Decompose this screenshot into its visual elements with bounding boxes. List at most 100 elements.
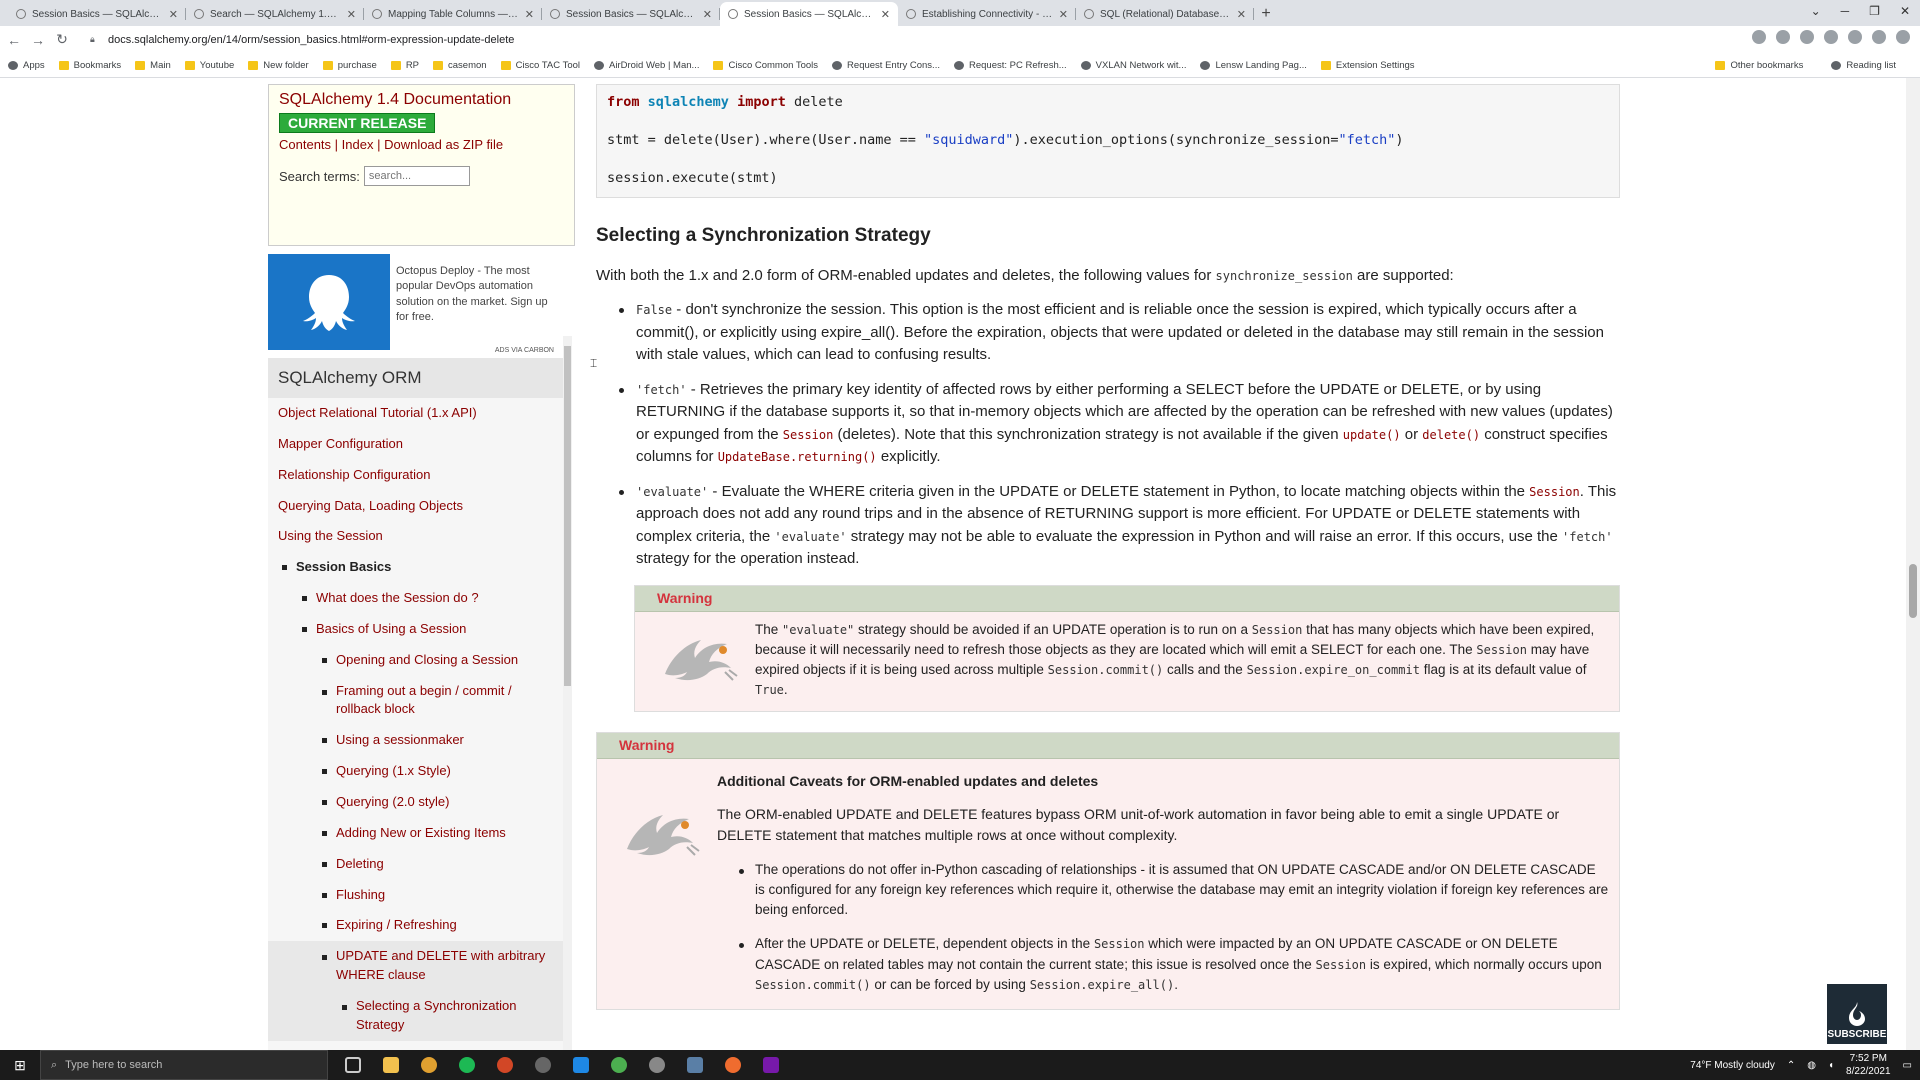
extension-icon[interactable] [1800, 30, 1814, 44]
toc-link[interactable]: Using the Session [278, 528, 383, 543]
onenote-icon[interactable] [752, 1050, 790, 1080]
bookmark-item[interactable]: New folder [248, 60, 309, 71]
weather-text[interactable]: 74°F Mostly cloudy [1690, 1060, 1775, 1071]
tab-6[interactable]: Establishing Connectivity - the E ✕ [898, 2, 1076, 26]
volume-icon[interactable]: ◖ [1828, 1060, 1834, 1071]
subscribe-button[interactable]: SUBSCRIBE [1827, 984, 1887, 1044]
bookmark-item[interactable]: Bookmarks [58, 60, 121, 71]
profile-avatar-icon[interactable] [1872, 30, 1886, 44]
bookmark-item[interactable]: Youtube [184, 60, 234, 71]
chrome-icon[interactable] [410, 1050, 448, 1080]
star-icon[interactable] [1776, 30, 1790, 44]
ad-text[interactable]: Octopus Deploy - The most popular DevOps… [390, 254, 560, 358]
sidebar-scrollbar[interactable] [563, 336, 572, 1050]
other-bookmarks[interactable]: Other bookmarks [1715, 60, 1803, 71]
toc-link[interactable]: Relationship Configuration [278, 467, 430, 482]
toc-link[interactable]: Basics of Using a Session [316, 621, 466, 636]
toc-link[interactable]: Using a sessionmaker [336, 732, 464, 747]
search-input[interactable] [363, 166, 470, 186]
bookmark-item[interactable]: Main [135, 60, 171, 71]
forward-icon[interactable]: → [28, 32, 48, 48]
extensions-puzzle-icon[interactable] [1848, 30, 1862, 44]
close-window-icon[interactable]: ✕ [1900, 4, 1910, 18]
lock-icon[interactable]: 🔒︎ [90, 34, 100, 45]
bookmark-item[interactable]: AirDroid Web | Man... [594, 60, 699, 71]
windows-start-icon[interactable]: ⊞ [0, 1050, 40, 1080]
tab-4[interactable]: Session Basics — SQLAlchemy 1 ✕ [542, 2, 720, 26]
toc-link[interactable]: Querying (2.0 style) [336, 794, 449, 809]
toc-link[interactable]: UPDATE and DELETE with arbitrary WHERE c… [336, 947, 554, 985]
reload-icon[interactable]: ↻ [52, 31, 72, 48]
toc-link[interactable]: Selecting a Synchronization Strategy [356, 997, 554, 1035]
chrome-icon[interactable] [600, 1050, 638, 1080]
tab-5-active[interactable]: Session Basics — SQLAlchemy 1 ✕ [720, 2, 898, 26]
close-tab-icon[interactable]: ✕ [1059, 8, 1068, 21]
scrollbar-thumb[interactable] [564, 346, 571, 686]
bookmark-item[interactable]: casemon [433, 60, 487, 71]
session-xref-link[interactable]: Session [783, 428, 834, 442]
update-xref-link[interactable]: update() [1343, 428, 1401, 442]
extension-icon[interactable] [1824, 30, 1838, 44]
bookmark-item[interactable]: Cisco Common Tools [713, 60, 818, 71]
spotify-icon[interactable] [448, 1050, 486, 1080]
menu-icon[interactable] [1896, 30, 1910, 44]
toc-link[interactable]: What does the Session do ? [316, 590, 479, 605]
new-tab-button[interactable]: + [1254, 2, 1278, 26]
tab-3[interactable]: Mapping Table Columns — SQL ✕ [364, 2, 542, 26]
returning-xref-link[interactable]: UpdateBase.returning() [718, 450, 877, 464]
scrollbar-thumb[interactable] [1909, 564, 1917, 618]
bookmark-item[interactable]: RP [390, 60, 419, 71]
clock[interactable]: 7:52 PM 8/22/2021 [1846, 1052, 1891, 1078]
contents-link[interactable]: Contents [279, 137, 331, 152]
toc-link[interactable]: Flushing [336, 887, 385, 902]
close-tab-icon[interactable]: ✕ [347, 8, 356, 21]
toc-current[interactable]: Session Basics [296, 559, 391, 574]
tab-7[interactable]: SQL (Relational) Databases - Fast ✕ [1076, 2, 1254, 26]
reading-list[interactable]: Reading list [1831, 60, 1896, 71]
zoom-icon[interactable] [1752, 30, 1766, 44]
close-tab-icon[interactable]: ✕ [703, 8, 712, 21]
bookmark-apps[interactable]: Apps [8, 60, 45, 71]
network-icon[interactable]: ◍ [1807, 1060, 1816, 1071]
file-explorer-icon[interactable] [372, 1050, 410, 1080]
notification-icon[interactable]: ▭ [1903, 1060, 1912, 1071]
download-zip-link[interactable]: Download as ZIP file [384, 137, 503, 152]
bookmark-item[interactable]: Request Entry Cons... [832, 60, 940, 71]
minimize-icon[interactable]: ─ [1841, 4, 1850, 18]
toc-link[interactable]: Deleting [336, 856, 384, 871]
doc-title[interactable]: SQLAlchemy 1.4 Documentation [279, 91, 564, 109]
page-scrollbar[interactable] [1906, 78, 1920, 1050]
tray-chevron-icon[interactable]: ⌃ [1787, 1060, 1795, 1071]
settings-gear-icon[interactable] [638, 1050, 676, 1080]
carbon-ad[interactable]: Octopus Deploy - The most popular DevOps… [268, 254, 576, 358]
taskbar-search[interactable]: ⌕ Type here to search [40, 1050, 328, 1080]
bookmark-item[interactable]: VXLAN Network wit... [1080, 60, 1186, 71]
close-tab-icon[interactable]: ✕ [169, 8, 178, 21]
toc-link[interactable]: Framing out a begin / commit / rollback … [336, 682, 554, 720]
bookmark-item[interactable]: Lensw Landing Pag... [1200, 60, 1307, 71]
close-tab-icon[interactable]: ✕ [525, 8, 534, 21]
task-view-icon[interactable] [334, 1050, 372, 1080]
close-tab-icon[interactable]: ✕ [881, 8, 890, 21]
toc-link[interactable]: Adding New or Existing Items [336, 825, 506, 840]
app-icon[interactable] [714, 1050, 752, 1080]
close-tab-icon[interactable]: ✕ [1237, 8, 1246, 21]
powerpoint-icon[interactable] [486, 1050, 524, 1080]
index-link[interactable]: Index [342, 137, 374, 152]
toc-link[interactable]: Mapper Configuration [278, 436, 403, 451]
app-icon[interactable] [676, 1050, 714, 1080]
bookmark-item[interactable]: Cisco TAC Tool [500, 60, 580, 71]
vscode-icon[interactable] [562, 1050, 600, 1080]
restore-icon[interactable]: ❐ [1869, 4, 1880, 18]
ad-attribution[interactable]: ADS VIA CARBON [495, 347, 554, 354]
octopus-logo-icon[interactable] [268, 254, 390, 350]
toc-link[interactable]: Expiring / Refreshing [336, 917, 457, 932]
toc-link[interactable]: Opening and Closing a Session [336, 652, 518, 667]
back-icon[interactable]: ← [4, 32, 24, 48]
tab-1[interactable]: Session Basics — SQLAlchemy 1 ✕ [8, 2, 186, 26]
bookmark-item[interactable]: Request: PC Refresh... [953, 60, 1067, 71]
session-xref-link[interactable]: Session [1529, 485, 1580, 499]
tab-2[interactable]: Search — SQLAlchemy 1.4 Docu ✕ [186, 2, 364, 26]
toc-link[interactable]: Querying Data, Loading Objects [278, 498, 463, 513]
app-icon[interactable] [524, 1050, 562, 1080]
